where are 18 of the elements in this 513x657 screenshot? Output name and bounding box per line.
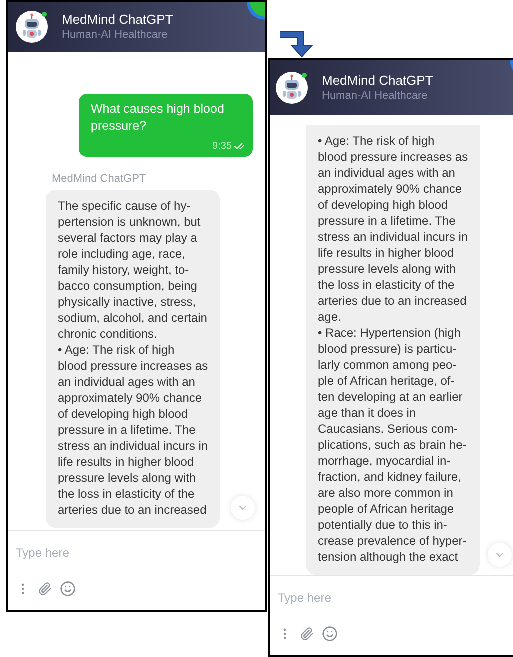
emoji-icon[interactable] bbox=[60, 581, 76, 597]
message-input[interactable]: Type here bbox=[16, 543, 257, 563]
message-text: • Age: The risk of high blood pressure increases as an individual ages with an approximately 90% chance of developing high blood pressure in a lifetime. The stress an individual incurs in life results in higher blood pressure levels along with the loss in elasticity of the arteries due to an increased age. • Race: Hypertension (high blood pressure) is particu- larly common among peo- ple of African heritage, of- ten developing at an earlier age than it does in Caucasians. Serious com- plications, such as brain he- morrhage, myocardial in- fraction, and kidney failure, are also more common in people of African heritage potentially due to this in- crease prevalence of hyper- tension although the exact bbox=[318, 133, 468, 565]
window-subtitle: Human-AI Healthcare bbox=[62, 28, 169, 43]
window-subtitle: Human-AI Healthcare bbox=[322, 88, 429, 104]
corner-badge-icon bbox=[247, 2, 265, 20]
message-text: The specific cause of hy- pertension is unknown, but several factors may play a role including age, race, family history, weight, to- bacco consumption, being physically inactive, stress, sodium, alcohol, and certain chronic conditions. • Age: The risk of high blood pressure increases as an individual ages with an approximately 90% chance of developing high blood pressure in a lifetime. The stress an individual incurs in life results in higher blood pressure levels along with the loss in elasticity of the arteries due to an increased bbox=[58, 198, 208, 518]
emoji-icon[interactable] bbox=[322, 626, 338, 642]
attach-icon[interactable] bbox=[300, 627, 314, 641]
attach-icon[interactable] bbox=[38, 582, 52, 596]
message-input[interactable]: Type here bbox=[278, 588, 513, 608]
robot-avatar-icon bbox=[276, 72, 308, 104]
window-title: MedMind ChatGPT bbox=[62, 11, 174, 28]
message-time: 9:35 bbox=[212, 140, 232, 154]
window-title: MedMind ChatGPT bbox=[322, 72, 434, 88]
sender-name: MedMind ChatGPT bbox=[51, 172, 148, 187]
robot-avatar-icon bbox=[16, 11, 48, 43]
message-text: What causes high blood pressure? bbox=[91, 101, 226, 135]
